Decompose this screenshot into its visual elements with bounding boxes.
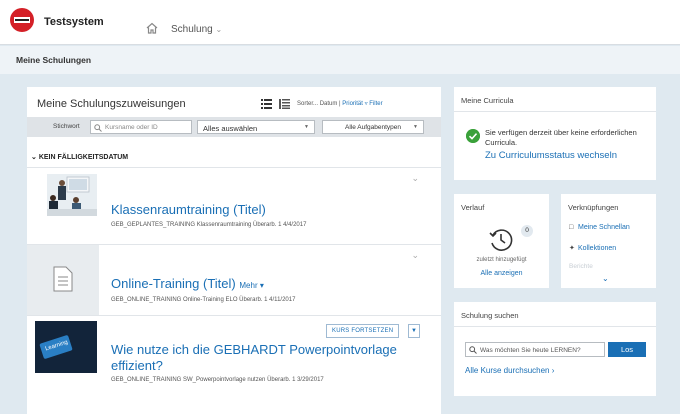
group-header-label: KEIN FÄLLIGKEITSDATUM xyxy=(38,154,129,161)
puzzle-icon: ✦ xyxy=(569,245,575,252)
sort-by-date[interactable]: Datum xyxy=(320,101,338,107)
search-icon xyxy=(94,124,102,132)
curricula-title: Meine Curricula xyxy=(461,96,514,105)
page-title: Meine Schulungen xyxy=(16,55,92,65)
expand-item-button[interactable]: ⌄ xyxy=(411,250,419,261)
list-item: Learning KURS FORTSETZEN ▼ Wie nutze ich… xyxy=(27,316,441,414)
sort-separator: | xyxy=(339,101,341,107)
nav-schulung-label: Schulung xyxy=(171,24,213,35)
filter-button[interactable]: ▿ Filter xyxy=(365,101,383,107)
document-icon xyxy=(53,266,73,292)
chevron-down-icon: ⌄ xyxy=(215,25,223,34)
expand-item-button[interactable]: ⌄ xyxy=(411,173,419,184)
top-bar: Testsystem Schulung ⌄ xyxy=(0,0,680,45)
brand-logo[interactable] xyxy=(10,8,34,32)
sort-by-priority[interactable]: Priorität xyxy=(342,101,363,107)
task-types-label: Alle Aufgabentypen xyxy=(344,124,402,131)
search-icon xyxy=(469,346,477,354)
shortcut-quick-links[interactable]: □ Meine Schnellan xyxy=(569,224,630,231)
task-types-dropdown[interactable]: Alle Aufgabentypen ▼ xyxy=(322,120,424,134)
chevron-down-icon[interactable]: ▼ xyxy=(408,324,420,338)
history-subtitle: zuletzt hinzugefügt xyxy=(476,257,527,263)
chevron-right-icon: › xyxy=(551,366,555,375)
history-clock-icon xyxy=(489,229,513,251)
check-circle-icon xyxy=(466,129,480,143)
shortcut-collections-label: Kollektionen xyxy=(578,245,617,252)
shortcut-collections[interactable]: ✦ Kollektionen xyxy=(569,244,616,252)
item-title-link[interactable]: Klassenraumtraining (Titel) xyxy=(111,202,266,217)
learning-key-photo: Learning xyxy=(35,321,97,373)
curricula-message: Sie verfügen derzeit über keine erforder… xyxy=(485,128,637,147)
training-search-placeholder: Was möchten Sie heute LERNEN? xyxy=(480,347,581,354)
filter-icon: ▿ xyxy=(364,101,368,107)
shortcut-reports[interactable]: Berichte xyxy=(569,263,593,270)
filter-bar: Stichwort Kursname oder ID Alles auswähl… xyxy=(27,117,441,137)
sort-controls: Sorter... Datum | Priorität ▿ Filter xyxy=(297,100,383,107)
shortcut-quick-links-label: Meine Schnellan xyxy=(578,224,630,231)
app-title: Testsystem xyxy=(44,16,104,28)
item-meta: GEB_ONLINE_TRAINING SW_Powerpointvorlage… xyxy=(111,377,324,383)
home-icon[interactable] xyxy=(146,22,158,34)
course-search-input[interactable]: Kursname oder ID xyxy=(90,120,192,134)
search-go-button[interactable]: Los xyxy=(608,342,646,357)
assignments-title: Meine Schulungszuweisungen xyxy=(37,98,186,110)
history-count-badge: 0 xyxy=(521,225,533,237)
item-title-link[interactable]: Online-Training (Titel) Mehr ▾ xyxy=(111,276,264,291)
select-all-dropdown[interactable]: Alles auswählen ▼ xyxy=(197,120,315,134)
list-view-icon[interactable] xyxy=(261,99,272,109)
item-thumbnail xyxy=(27,245,99,315)
select-all-label: Alles auswählen xyxy=(203,124,258,133)
breadcrumb: Meine Schulungen xyxy=(0,46,680,74)
shortcuts-panel: Verknüpfungen □ Meine Schnellan ✦ Kollekti… xyxy=(561,194,656,288)
search-training-title: Schulung suchen xyxy=(461,311,519,320)
course-search-placeholder: Kursname oder ID xyxy=(105,124,158,131)
continue-course-button[interactable]: KURS FORTSETZEN xyxy=(326,324,400,338)
browse-all-courses-link[interactable]: Alle Kurse durchsuchen › xyxy=(465,366,554,375)
view-toggle xyxy=(261,99,290,111)
caret-down-icon: ▼ xyxy=(413,124,418,130)
filter-label: Filter xyxy=(369,101,383,107)
nav-schulung-menu[interactable]: Schulung ⌄ xyxy=(171,24,222,35)
compact-view-icon[interactable] xyxy=(278,99,290,109)
more-link[interactable]: Mehr ▾ xyxy=(239,281,263,290)
history-title: Verlauf xyxy=(461,203,485,212)
classroom-photo xyxy=(47,174,97,216)
item-title-text: Online-Training (Titel) xyxy=(111,276,236,291)
list-item: ⌄ Klassenraumtraining (Titel) GEB_GEPLAN… xyxy=(27,168,441,244)
caret-down-icon: ▼ xyxy=(304,124,309,130)
item-title-link[interactable]: Wie nutze ich die GEBHARDT Powerpointvor… xyxy=(111,342,423,374)
curricula-status-link[interactable]: Zu Curriculumsstatus wechseln xyxy=(485,150,617,161)
assignments-panel: Meine Schulungszuweisungen Sorter... Dat… xyxy=(27,87,441,414)
item-meta: GEB_GEPLANTES_TRAINING Klassenraumtraini… xyxy=(111,222,307,228)
show-all-link[interactable]: Alle anzeigen xyxy=(454,270,549,277)
browse-all-courses-label: Alle Kurse durchsuchen xyxy=(465,366,550,375)
search-training-panel: Schulung suchen Was möchten Sie heute LE… xyxy=(454,302,656,396)
chevron-down-icon[interactable]: ⌄ xyxy=(602,274,609,283)
chevron-down-icon: ⌄ xyxy=(31,154,37,161)
list-item: ⌄ Online-Training (Titel) Mehr ▾ GEB_ONL… xyxy=(27,245,441,315)
curricula-panel: Meine Curricula Sie verfügen derzeit übe… xyxy=(454,87,656,180)
keyword-label: Stichwort xyxy=(53,123,80,130)
item-meta: GEB_ONLINE_TRAINING Online-Training ELO … xyxy=(111,297,296,303)
training-search-input[interactable]: Was möchten Sie heute LERNEN? xyxy=(465,342,605,357)
history-panel: Verlauf 0 zuletzt hinzugefügt Alle anzei… xyxy=(454,194,549,288)
shortcuts-title: Verknüpfungen xyxy=(568,203,619,212)
doc-icon: □ xyxy=(569,224,574,231)
divider xyxy=(454,326,656,327)
divider xyxy=(454,111,656,112)
group-header-no-due-date[interactable]: ⌄ KEIN FÄLLIGKEITSDATUM xyxy=(31,153,128,161)
sort-label: Sorter... xyxy=(297,101,319,107)
